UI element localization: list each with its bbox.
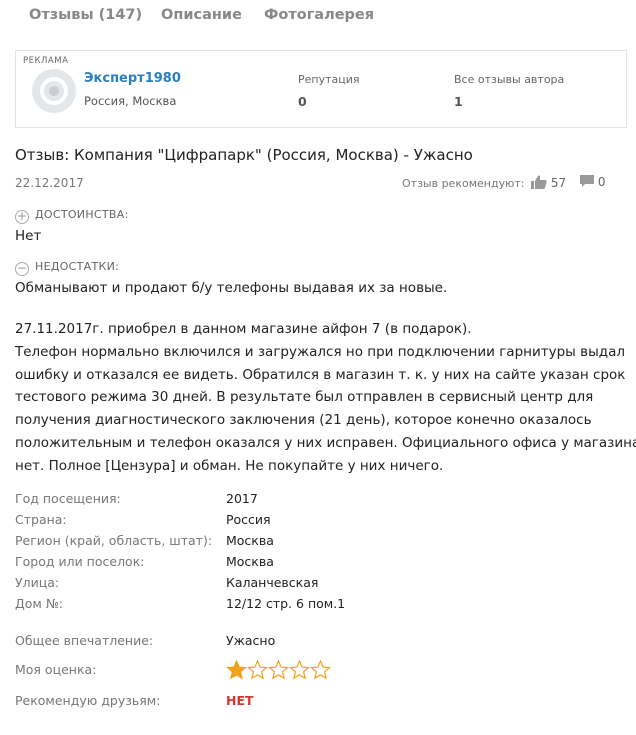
star-empty-icon bbox=[268, 660, 289, 680]
detail-label: Дом №: bbox=[15, 596, 64, 611]
detail-label: Страна: bbox=[15, 512, 67, 527]
recommend-label: Отзыв рекомендуют: bbox=[402, 177, 525, 190]
comments-button[interactable]: 0 bbox=[580, 175, 605, 189]
impression-value: Ужасно bbox=[226, 633, 276, 648]
likes-button[interactable]: 57 bbox=[531, 175, 566, 190]
author-location: Россия, Москва bbox=[84, 94, 177, 108]
rating-label: Моя оценка: bbox=[15, 662, 97, 677]
tab-description[interactable]: Описание bbox=[161, 7, 242, 23]
tabs-bar: Отзывы (147) Описание Фотогалерея bbox=[0, 0, 636, 34]
review-body-line: Телефон нормально включился и загружался… bbox=[15, 343, 625, 360]
star-filled-icon bbox=[226, 660, 247, 680]
detail-value: Россия bbox=[226, 512, 271, 527]
detail-value: 2017 bbox=[226, 491, 258, 506]
ad-label: РЕКЛАМА bbox=[23, 56, 69, 66]
review-date: 22.12.2017 bbox=[15, 176, 84, 190]
pros-heading-label: ДОСТОИНСТВА: bbox=[35, 208, 129, 221]
review-body: 27.11.2017г. приобрел в данном магазине … bbox=[15, 318, 636, 478]
rating-stars bbox=[226, 660, 331, 680]
author-name-link[interactable]: Эксперт1980 bbox=[84, 71, 181, 86]
star-empty-icon bbox=[289, 660, 310, 680]
review-body-line: положительным и телефон оказался у них и… bbox=[15, 434, 636, 451]
detail-value: Москва bbox=[226, 554, 274, 569]
recommend-friends-label: Рекомендую друзьям: bbox=[15, 693, 161, 708]
author-card: РЕКЛАМА Эксперт1980 Россия, Москва Репут… bbox=[15, 50, 627, 128]
pros-text: Нет bbox=[15, 228, 42, 244]
cons-heading-label: НЕДОСТАТКИ: bbox=[35, 260, 120, 273]
recommend-friends-value: НЕТ bbox=[226, 693, 254, 708]
avatar-icon[interactable] bbox=[32, 69, 76, 113]
detail-label: Год посещения: bbox=[15, 491, 121, 506]
detail-label: Улица: bbox=[15, 575, 60, 590]
review-body-line: ошибку и отказался ее видеть. Обратился … bbox=[15, 366, 626, 383]
review-body-line: нет. Полное [Цензура] и обман. Не покупа… bbox=[15, 457, 444, 474]
comments-count: 0 bbox=[597, 175, 606, 189]
tab-photo-gallery[interactable]: Фотогалерея bbox=[264, 7, 374, 23]
avatar-core bbox=[49, 86, 59, 96]
author-reviews-label: Все отзывы автора bbox=[454, 73, 565, 86]
reputation-label: Репутация bbox=[298, 73, 360, 86]
detail-value: Каланчевская bbox=[226, 575, 319, 590]
cons-heading: − НЕДОСТАТКИ: bbox=[15, 260, 119, 276]
star-empty-icon bbox=[247, 660, 268, 680]
plus-circle-icon: + bbox=[15, 209, 29, 224]
comment-icon bbox=[580, 175, 594, 187]
reputation-value: 0 bbox=[298, 94, 307, 109]
review-body-line: тестового режима 30 дней. В результате б… bbox=[15, 389, 594, 406]
star-empty-icon bbox=[310, 660, 331, 680]
thumbs-up-icon bbox=[531, 175, 547, 189]
pros-heading: + ДОСТОИНСТВА: bbox=[15, 208, 129, 224]
review-title: Отзыв: Компания "Цифрапарк" (Россия, Мос… bbox=[15, 146, 473, 164]
detail-label: Регион (край, область, штат): bbox=[15, 533, 213, 548]
review-body-line: получения диагностического заключения (2… bbox=[15, 412, 592, 429]
cons-text: Обманывают и продают б/у телефоны выдава… bbox=[15, 280, 448, 296]
tab-reviews[interactable]: Отзывы (147) bbox=[29, 7, 142, 23]
likes-count: 57 bbox=[550, 176, 567, 190]
author-reviews-value: 1 bbox=[454, 94, 463, 109]
detail-label: Город или поселок: bbox=[15, 554, 145, 569]
detail-value: Москва bbox=[226, 533, 274, 548]
minus-circle-icon: − bbox=[15, 261, 29, 276]
impression-label: Общее впечатление: bbox=[15, 633, 154, 648]
review-body-line: 27.11.2017г. приобрел в данном магазине … bbox=[15, 321, 472, 337]
detail-value: 12/12 стр. 6 пом.1 bbox=[226, 596, 346, 611]
